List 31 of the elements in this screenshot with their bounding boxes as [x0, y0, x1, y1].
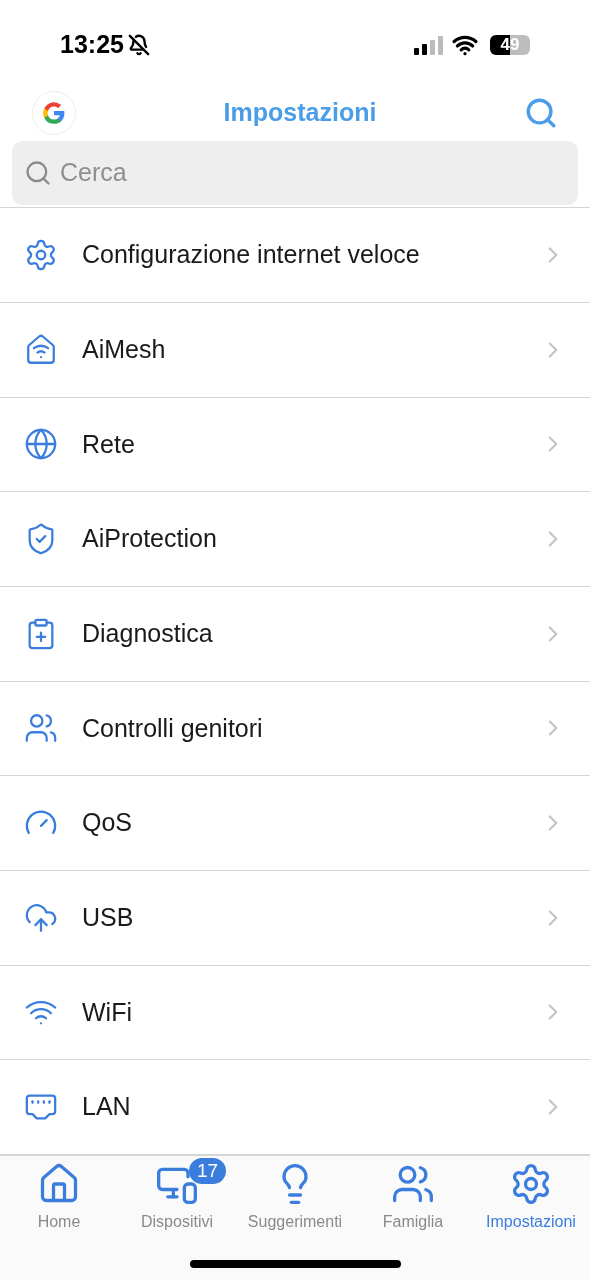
settings-row[interactable]: Configurazione internet veloce — [0, 208, 590, 303]
clock: 13:25 — [60, 28, 124, 60]
row-label: AiProtection — [82, 523, 218, 555]
row-label: Controlli genitori — [82, 712, 264, 744]
bell-off-icon — [127, 33, 150, 56]
search-bar[interactable]: Cerca — [12, 141, 578, 206]
tab-bar-item[interactable]: Impostazioni — [472, 1162, 590, 1234]
settings-row[interactable]: WiFi — [0, 965, 590, 1061]
signal-icon — [414, 34, 444, 55]
settings-row[interactable]: AiProtection — [0, 492, 590, 587]
row-label: Diagnostica — [82, 617, 214, 649]
row-label: Configurazione internet veloce — [82, 239, 421, 271]
count-badge: 17 — [189, 1158, 227, 1184]
gear-icon — [24, 237, 58, 272]
search-icon — [24, 159, 52, 188]
settings-row[interactable]: USB — [0, 870, 590, 966]
settings-row[interactable]: AiMesh — [0, 302, 590, 398]
house-signal-icon — [24, 332, 58, 367]
row-label: QoS — [82, 807, 134, 839]
row-label: AiMesh — [82, 333, 167, 365]
row-label: WiFi — [82, 996, 133, 1028]
settings-row[interactable]: Diagnostica — [0, 586, 590, 682]
settings-row[interactable]: Controlli genitori — [0, 681, 590, 777]
row-label: Rete — [82, 428, 136, 460]
search-field[interactable]: Cerca — [60, 154, 566, 192]
globe-icon — [24, 427, 58, 462]
row-label: USB — [82, 902, 135, 934]
row-label: LAN — [82, 1091, 132, 1123]
settings-row[interactable]: QoS — [0, 776, 590, 871]
page-title: Impostazioni — [223, 97, 377, 129]
settings-row[interactable]: Rete — [0, 397, 590, 493]
